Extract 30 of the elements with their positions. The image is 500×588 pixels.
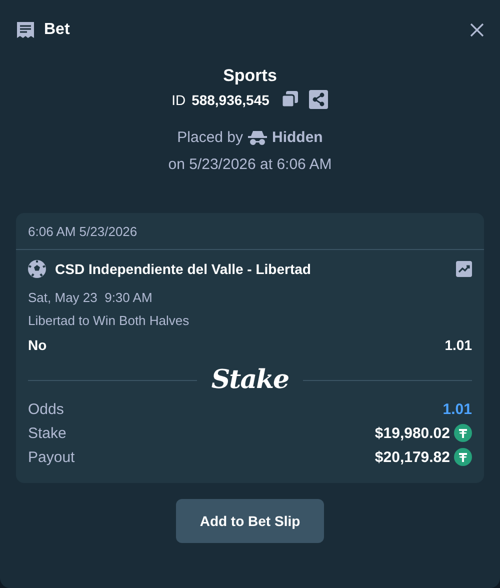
incognito-icon <box>248 130 268 145</box>
event-start-time: Sat, May 23 9:30 AM <box>27 289 154 305</box>
total-value: $20,179.82 <box>374 448 450 466</box>
total-value: $19,980.02 <box>374 424 450 442</box>
id-label: ID <box>172 92 186 108</box>
copy-icon[interactable] <box>281 90 300 108</box>
total-label: Payout <box>28 448 75 466</box>
bet-id: 588,936,545 <box>192 92 270 108</box>
modal-title: Bet <box>44 21 70 39</box>
close-icon[interactable] <box>470 23 484 37</box>
placed-by-label: Placed by <box>177 129 244 146</box>
tether-coin-icon <box>454 448 472 466</box>
selection-odds: 1.01 <box>444 337 472 353</box>
user-name[interactable]: Hidden <box>272 129 323 146</box>
total-label: Odds <box>28 400 64 418</box>
add-to-bet-slip-button[interactable]: Add to Bet Slip <box>176 499 324 543</box>
event-name[interactable]: CSD Independiente del Valle - Libertad <box>55 261 311 277</box>
share-icon[interactable] <box>309 90 328 109</box>
selection-name: No <box>28 337 47 353</box>
bet-timestamp: 6:06 AM 5/23/2026 <box>16 213 484 250</box>
market-name: Libertad to Win Both Halves <box>27 312 190 328</box>
total-label: Stake <box>28 424 66 442</box>
brand-logo: Stake <box>211 365 289 395</box>
chart-icon[interactable] <box>456 261 472 277</box>
tether-coin-icon <box>454 424 472 442</box>
placed-date: on 5/23/2026 at 6:06 AM <box>168 156 332 173</box>
bet-category: Sports <box>223 65 277 87</box>
soccer-ball-icon <box>28 260 46 278</box>
total-value: 1.01 <box>442 400 472 418</box>
receipt-icon <box>16 20 35 40</box>
